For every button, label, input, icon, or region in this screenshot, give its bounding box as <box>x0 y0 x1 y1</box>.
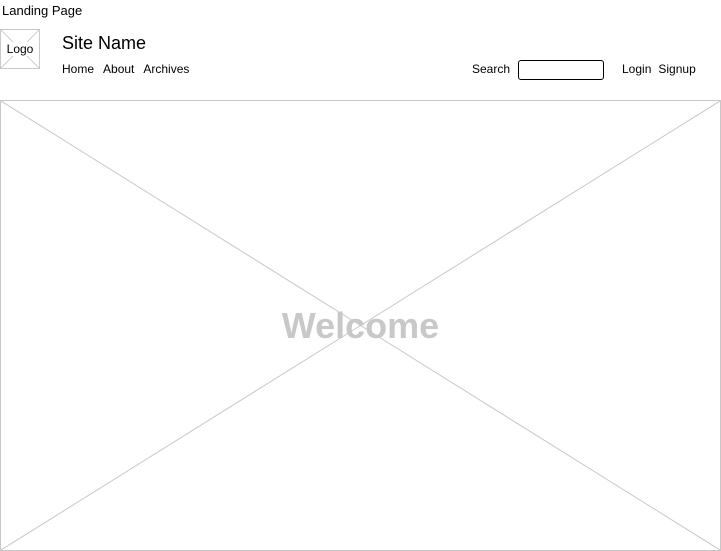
hero-welcome-text: Welcome <box>281 304 440 346</box>
logo-label: Logo <box>5 42 35 56</box>
search-label: Search <box>472 62 511 76</box>
auth-links: Login Signup <box>622 62 696 76</box>
nav-link-archives[interactable]: Archives <box>143 62 189 76</box>
logo-placeholder[interactable]: Logo <box>0 29 40 69</box>
hero-image-placeholder: Welcome <box>0 100 721 551</box>
nav-link-about[interactable]: About <box>103 62 134 76</box>
page-title: Landing Page <box>2 3 83 18</box>
login-link[interactable]: Login <box>622 62 651 76</box>
main-nav: Home About Archives <box>62 62 189 76</box>
signup-link[interactable]: Signup <box>658 62 695 76</box>
nav-link-home[interactable]: Home <box>62 62 94 76</box>
site-name[interactable]: Site Name <box>62 33 146 53</box>
landing-page: Landing Page Logo Site Name Home About A… <box>0 0 721 551</box>
search-input[interactable] <box>518 60 604 80</box>
